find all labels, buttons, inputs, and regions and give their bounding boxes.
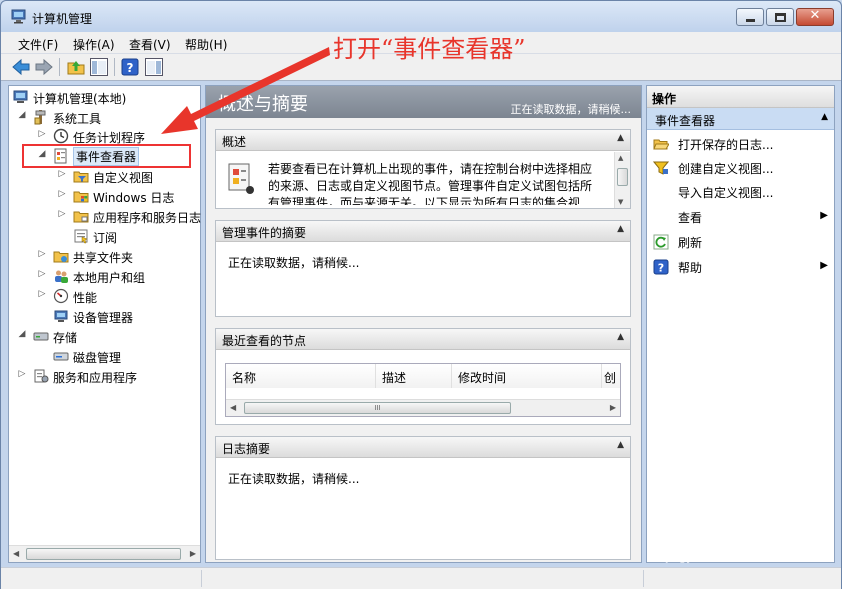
annotation-text: 打开“事件查看器” xyxy=(333,35,526,63)
annotation-arrow xyxy=(161,47,330,134)
window: 计算机管理 ✕ 文件(F) 操作(A) 查看(V) 帮助(H) ? 计算机管理(… xyxy=(0,0,842,589)
